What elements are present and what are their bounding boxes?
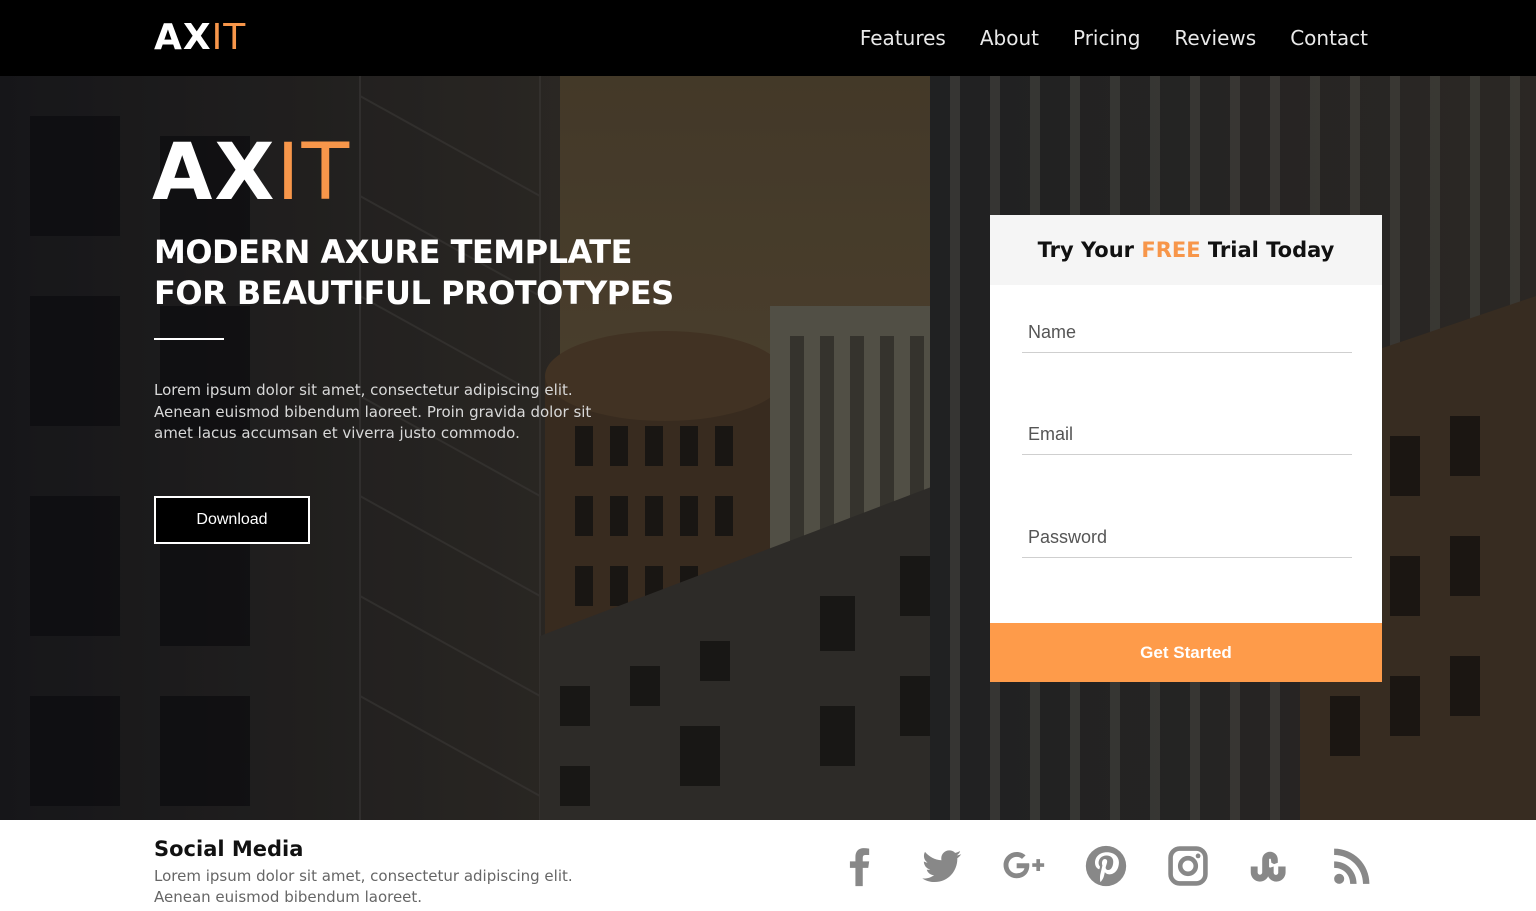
- social-media-text: Lorem ipsum dolor sit amet, consectetur …: [154, 867, 573, 906]
- social-footer: Social Media Lorem ipsum dolor sit amet,…: [0, 820, 1536, 911]
- nav-link-about[interactable]: About: [980, 24, 1039, 52]
- hero-lead-text: Lorem ipsum dolor sit amet, consectetur …: [154, 381, 592, 442]
- name-input[interactable]: [1022, 313, 1352, 353]
- brand-logo-main: AX: [154, 17, 212, 58]
- stumbleupon-icon[interactable]: [1246, 842, 1294, 890]
- signup-form-title: Try Your FREE Trial Today: [990, 215, 1382, 285]
- hero-headline-line1: MODERN AXURE TEMPLATE: [154, 233, 632, 271]
- nav-link-features[interactable]: Features: [860, 24, 946, 52]
- hero-logo-main: AX: [152, 128, 277, 218]
- signup-title-before: Try Your: [1037, 238, 1142, 262]
- top-navbar: AXIT Features About Pricing Reviews Cont…: [0, 0, 1536, 76]
- email-input[interactable]: [1022, 415, 1352, 455]
- download-button[interactable]: Download: [154, 496, 310, 544]
- brand-logo[interactable]: AXIT: [154, 18, 246, 58]
- main-nav: Features About Pricing Reviews Contact: [826, 24, 1368, 52]
- nav-link-contact[interactable]: Contact: [1290, 24, 1368, 52]
- social-icons: [836, 842, 1376, 890]
- password-input[interactable]: [1022, 518, 1352, 558]
- pinterest-icon[interactable]: [1082, 842, 1130, 890]
- hero-headline-line2: FOR BEAUTIFUL PROTOTYPES: [154, 274, 674, 312]
- twitter-icon[interactable]: [918, 842, 966, 890]
- facebook-icon[interactable]: [836, 842, 884, 890]
- signup-title-highlight: FREE: [1141, 238, 1201, 262]
- brand-logo-accent: IT: [211, 17, 247, 58]
- google-plus-icon[interactable]: [1000, 842, 1048, 890]
- nav-link-reviews[interactable]: Reviews: [1174, 24, 1256, 52]
- hero-logo-accent: IT: [276, 128, 352, 218]
- instagram-icon[interactable]: [1164, 842, 1212, 890]
- hero-divider: [154, 338, 224, 340]
- rss-icon[interactable]: [1328, 842, 1376, 890]
- social-media-title: Social Media: [154, 837, 304, 861]
- signup-title-after: Trial Today: [1200, 238, 1335, 262]
- hero-headline: MODERN AXURE TEMPLATE FOR BEAUTIFUL PROT…: [154, 232, 714, 314]
- nav-link-pricing[interactable]: Pricing: [1073, 24, 1140, 52]
- hero-logo: AXIT: [152, 130, 351, 216]
- get-started-button[interactable]: Get Started: [990, 623, 1382, 682]
- signup-form: Try Your FREE Trial Today Get Started: [990, 215, 1382, 682]
